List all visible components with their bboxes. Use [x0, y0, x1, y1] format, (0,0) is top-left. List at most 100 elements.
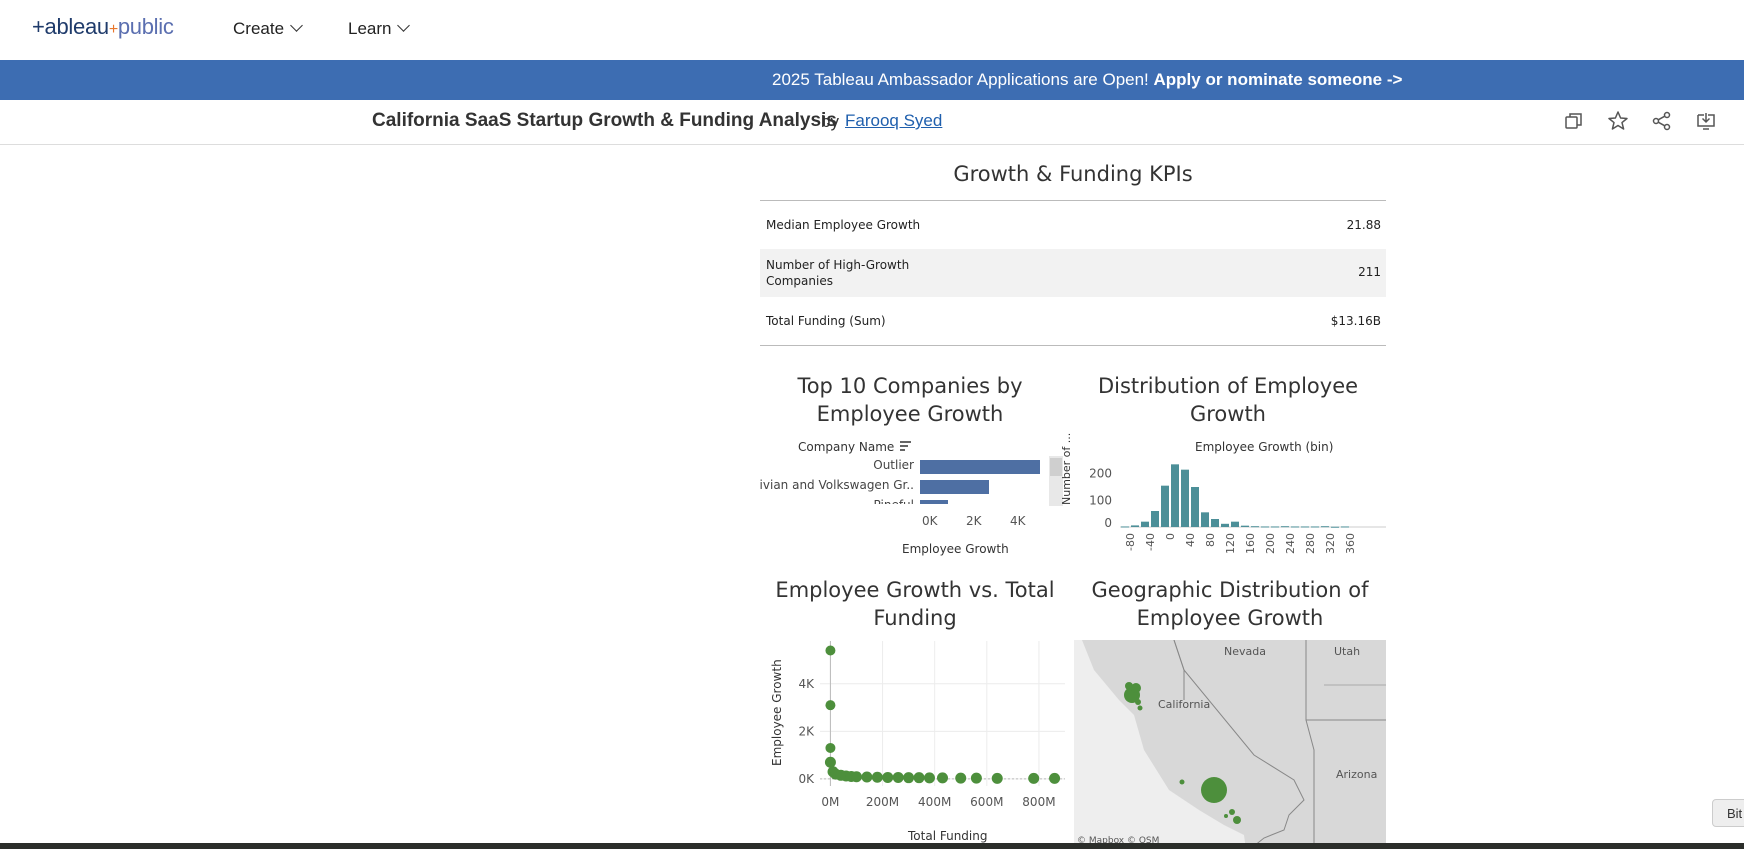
share-button[interactable] — [1651, 110, 1675, 134]
scatter-point[interactable] — [923, 772, 935, 784]
histogram-bar[interactable] — [1151, 511, 1159, 527]
star-icon — [1608, 111, 1628, 130]
kpi-label: Median Employee Growth — [766, 218, 921, 232]
histogram-bar[interactable] — [1301, 526, 1309, 528]
scatter-point[interactable] — [825, 742, 836, 753]
scatter-point[interactable] — [825, 700, 836, 711]
map-label-utah: Utah — [1334, 645, 1361, 658]
scatter-point[interactable] — [1049, 772, 1061, 784]
map-label-california: California — [1158, 698, 1211, 711]
tableau-public-logo[interactable]: +ableau+public — [32, 14, 174, 40]
x-tick-label: 0 — [1164, 533, 1177, 540]
histogram-bar[interactable] — [1321, 526, 1329, 528]
histogram-bar[interactable] — [1251, 526, 1259, 528]
x-tick-label: 120 — [1224, 533, 1237, 554]
histogram-bar[interactable] — [1281, 526, 1289, 528]
nav-create-label: Create — [233, 19, 285, 38]
x-tick-label: 4K — [1010, 514, 1026, 528]
x-tick-label: 280 — [1304, 533, 1317, 554]
download-icon — [1697, 113, 1715, 130]
nav-learn[interactable]: Learn — [348, 19, 411, 39]
y-tick-label: 200 — [1089, 467, 1112, 481]
copy-button[interactable] — [1563, 110, 1587, 134]
scatter-point[interactable] — [991, 772, 1003, 784]
histogram-bar[interactable] — [1241, 525, 1249, 527]
scatter-point[interactable] — [861, 771, 873, 783]
scatter-x-label: Total Funding — [908, 829, 988, 843]
scatter-point[interactable] — [871, 771, 883, 783]
bar-label: Pineful — [874, 498, 914, 504]
histogram-bar[interactable] — [1211, 519, 1219, 527]
scatter-point[interactable] — [937, 772, 948, 784]
map-graphic — [1074, 640, 1386, 845]
map-label-arizona: Arizona — [1336, 768, 1378, 781]
histogram-bar[interactable] — [1291, 526, 1299, 528]
scatter-point[interactable] — [850, 771, 862, 783]
histogram-bar[interactable] — [1171, 464, 1179, 527]
kpi-value: 21.88 — [1346, 218, 1381, 232]
bit-button[interactable]: Bit — [1712, 799, 1744, 827]
x-tick-label: -40 — [1144, 533, 1157, 551]
banner-link[interactable]: Apply or nominate someone -> — [1154, 70, 1403, 89]
scatter-point[interactable] — [892, 771, 904, 783]
chevron-down-icon — [290, 19, 303, 32]
histogram-bar[interactable] — [1271, 526, 1279, 528]
x-tick-label: 80 — [1204, 533, 1217, 547]
bar[interactable] — [920, 460, 1040, 474]
scatter-point[interactable] — [970, 772, 982, 784]
histogram-bar[interactable] — [1331, 526, 1339, 528]
x-tick-label: 400M — [918, 795, 951, 809]
kpi-row: Total Funding (Sum) $13.16B — [760, 297, 1386, 345]
favorite-button[interactable] — [1607, 110, 1631, 134]
histogram-bar[interactable] — [1341, 526, 1349, 528]
sort-icon — [900, 441, 912, 451]
scatter-point[interactable] — [824, 756, 836, 768]
histogram-bar[interactable] — [1131, 525, 1139, 527]
kpi-row: Number of High-Growth Companies 211 — [760, 249, 1386, 297]
kpi-title: Growth & Funding KPIs — [953, 162, 1193, 186]
scatter-point[interactable] — [882, 771, 894, 783]
map-title: Geographic Distribution of Employee Grow… — [1091, 578, 1369, 630]
histogram-bar[interactable] — [1311, 526, 1319, 528]
histogram-bar[interactable] — [1121, 526, 1129, 528]
top10-x-label: Employee Growth — [902, 542, 1009, 556]
scatter-point[interactable] — [955, 772, 967, 784]
x-tick-label: 200M — [866, 795, 899, 809]
distribution-title: Distribution of Employee Growth — [1097, 374, 1359, 426]
geographic-map[interactable]: Nevada Utah California Arizona © Mapbox … — [1074, 640, 1386, 845]
kpi-table: Median Employee Growth 21.88 Number of H… — [760, 200, 1386, 346]
scatter-point[interactable] — [913, 772, 925, 784]
scatter-point[interactable] — [1028, 772, 1040, 784]
x-tick-label: -80 — [1124, 533, 1137, 551]
bar-label: Outlier — [873, 458, 914, 472]
download-button[interactable] — [1695, 110, 1719, 134]
histogram-bar[interactable] — [1191, 487, 1199, 527]
y-tick-label: 2K — [798, 724, 815, 738]
nav-create[interactable]: Create — [233, 19, 303, 39]
scatter-chart: 4K 2K 0K 0M 200M 400M 600M 800M — [798, 641, 1065, 809]
top10-title: Top 10 Companies by Employee Growth — [797, 374, 1023, 426]
bar[interactable] — [920, 480, 989, 494]
scatter-point[interactable] — [903, 772, 915, 784]
top-navigation-bar: +ableau+public Create Learn — [0, 0, 1744, 60]
by-label: by — [821, 112, 839, 131]
banner-text: 2025 Tableau Ambassador Applications are… — [772, 70, 1154, 89]
histogram-bar[interactable] — [1181, 469, 1189, 527]
histogram-bar[interactable] — [1201, 512, 1209, 527]
bar[interactable] — [920, 500, 948, 504]
histogram-bar[interactable] — [1161, 485, 1169, 527]
x-tick-label: 0K — [922, 514, 938, 528]
histogram-bar[interactable] — [1221, 523, 1229, 527]
scatter-point[interactable] — [825, 645, 836, 656]
kpi-value: 211 — [1358, 265, 1381, 279]
logo-text-right: public — [117, 14, 174, 39]
top10-bars-area: Outlier Rivian and Volkswagen Gr.. Pineful — [760, 452, 1065, 504]
viz-title-bar: California SaaS Startup Growth & Funding… — [0, 100, 1744, 145]
histogram-bar[interactable] — [1231, 521, 1239, 527]
kpi-label: Total Funding (Sum) — [766, 314, 886, 328]
histogram-bar[interactable] — [1261, 526, 1269, 528]
histogram-bar[interactable] — [1141, 521, 1149, 527]
nav-learn-label: Learn — [348, 19, 392, 38]
x-tick-label: 600M — [970, 795, 1003, 809]
author-link[interactable]: Farooq Syed — [845, 111, 942, 131]
